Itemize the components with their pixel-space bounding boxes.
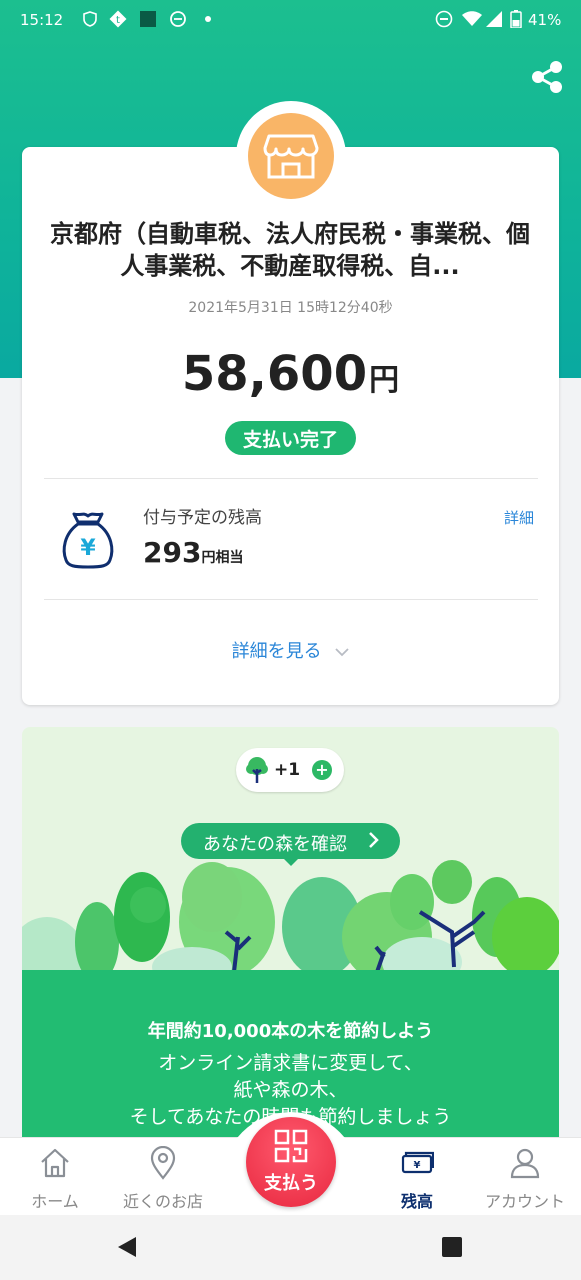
nav-balance[interactable]: ¥ 残高: [362, 1138, 472, 1216]
status-time: 15:12: [20, 11, 64, 29]
nav-account-label: アカウント: [484, 1192, 565, 1211]
payment-amount: 58,600円: [0, 346, 581, 402]
amount-value: 58,600: [181, 346, 368, 402]
home-icon: [41, 1148, 69, 1178]
chevron-right-icon: [369, 832, 379, 848]
status-badge: 支払い完了: [225, 421, 356, 455]
tree-count: +1: [274, 760, 301, 780]
do-not-disturb-icon: [434, 9, 454, 29]
forest-headline: 年間約10,000本の木を節約しよう: [147, 1021, 434, 1042]
system-navigation-bar: [0, 1215, 581, 1280]
wallet-icon: ¥: [401, 1151, 434, 1174]
see-more-label: 詳細を見る: [231, 641, 322, 662]
battery-icon: [506, 9, 526, 29]
wifi-icon: [462, 9, 482, 29]
svg-text:¥: ¥: [80, 536, 96, 561]
notification-square-icon: [138, 9, 158, 29]
battery-percent: 41%: [528, 11, 562, 29]
status-bar: 15:12 t 41%: [0, 0, 581, 40]
tree-icon: [246, 757, 268, 783]
map-pin-icon: [150, 1146, 176, 1180]
shield-icon: [80, 9, 100, 29]
view-forest-label: あなたの森を確認: [203, 834, 347, 855]
share-icon: [532, 61, 562, 93]
cellular-signal-icon: [484, 9, 504, 29]
qr-code-icon: [274, 1129, 308, 1163]
points-label: 付与予定の残高: [143, 508, 262, 528]
pay-button[interactable]: 支払う: [246, 1117, 336, 1207]
nav-home[interactable]: ホーム: [0, 1138, 110, 1216]
view-forest-button[interactable]: あなたの森を確認: [181, 823, 400, 866]
amount-currency: 円: [369, 363, 400, 398]
nav-account[interactable]: アカウント: [470, 1138, 580, 1216]
tree-counter[interactable]: +1 +: [236, 748, 344, 792]
merchant-avatar: [236, 101, 346, 211]
see-more-button[interactable]: 詳細を見る: [0, 637, 581, 663]
pay-button-label: 支払う: [264, 1173, 318, 1194]
svg-text:¥: ¥: [414, 1160, 421, 1171]
store-icon: [263, 134, 319, 179]
merchant-name: 京都府（自動車税、法人府民税・事業税、個人事業税、不動産取得税、自...: [50, 220, 530, 280]
points-value: 293円相当: [143, 536, 243, 569]
nav-balance-label: 残高: [400, 1192, 433, 1211]
divider: [44, 478, 538, 479]
notification-circle-icon: [168, 9, 188, 29]
svg-text:t: t: [116, 15, 120, 26]
points-amount: 293: [143, 536, 202, 569]
speech-tail: [283, 858, 299, 866]
money-bag-icon: ¥: [60, 510, 116, 570]
nav-home-label: ホーム: [31, 1192, 79, 1211]
points-detail-link[interactable]: 詳細: [504, 507, 534, 528]
notification-app-icon: t: [108, 9, 128, 29]
recents-icon[interactable]: [442, 1237, 462, 1257]
share-button[interactable]: [528, 58, 566, 96]
person-icon: [510, 1148, 540, 1179]
add-tree-icon[interactable]: +: [312, 760, 332, 780]
nav-nearby[interactable]: 近くのお店: [108, 1138, 218, 1216]
divider: [44, 599, 538, 600]
transaction-datetime: 2021年5月31日 15時12分40秒: [188, 300, 393, 316]
chevron-down-icon: [335, 648, 349, 657]
points-unit: 円相当: [201, 550, 244, 566]
nav-nearby-label: 近くのお店: [122, 1192, 203, 1211]
more-notifications-dot-icon: [198, 9, 218, 29]
back-icon[interactable]: [116, 1235, 138, 1259]
